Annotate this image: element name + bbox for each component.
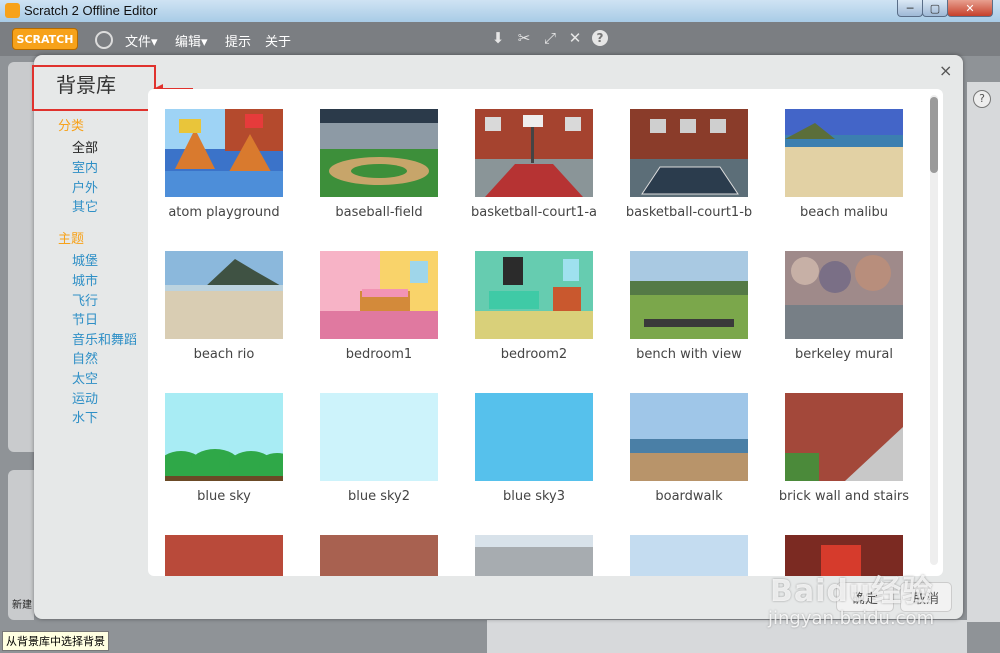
backdrop-tile[interactable]: bench with view	[630, 251, 748, 371]
backdrop-label: beach rio	[193, 347, 255, 362]
menu-tips[interactable]: 提示	[225, 31, 251, 50]
theme-nature[interactable]: 自然	[72, 348, 98, 367]
backdrop-tile[interactable]	[475, 535, 593, 576]
backdrop-thumbnail	[475, 109, 593, 197]
dialog-close-icon[interactable]: ×	[939, 61, 952, 80]
watermark-url: jingyan.baidu.com	[768, 608, 935, 629]
backdrop-thumbnail	[630, 251, 748, 339]
backdrop-tile[interactable]: beach rio	[165, 251, 283, 371]
backdrop-thumbnail	[785, 251, 903, 339]
backdrop-label: blue sky	[197, 489, 251, 504]
backdrop-thumbnail	[475, 535, 593, 576]
theme-flying[interactable]: 飞行	[72, 290, 98, 309]
menu-file[interactable]: 文件▾	[125, 31, 158, 50]
backdrop-tile[interactable]: baseball-field	[320, 109, 438, 229]
backdrop-tile[interactable]: bedroom1	[320, 251, 438, 371]
backdrop-library-dialog: 背景库 × 分类 全部 室内 户外 其它 主题 城堡 城市 飞行 节日 音乐和舞…	[32, 55, 963, 619]
backdrop-thumbnail	[630, 393, 748, 481]
backdrop-thumbnail	[320, 109, 438, 197]
backdrop-thumbnail	[630, 109, 748, 197]
backdrop-label: basketball-court1-b	[625, 205, 753, 220]
category-indoors[interactable]: 室内	[72, 157, 98, 176]
backdrop-thumbnail	[320, 251, 438, 339]
menu-edit[interactable]: 编辑▾	[175, 31, 208, 50]
tooltip: 从背景库中选择背景	[2, 631, 109, 651]
backdrop-thumbnail	[165, 535, 283, 576]
category-heading: 分类	[58, 119, 85, 134]
backdrop-tile[interactable]: boardwalk	[630, 393, 748, 513]
backdrop-tile[interactable]: basketball-court1-a	[471, 109, 597, 229]
backdrop-tile[interactable]: beach malibu	[785, 109, 903, 229]
backdrop-tile[interactable]: brick wall and stairs	[779, 393, 909, 513]
editor-left-panel	[8, 62, 34, 452]
backdrop-tile[interactable]: blue sky2	[320, 393, 438, 513]
backdrop-label: boardwalk	[655, 489, 723, 504]
backdrop-thumbnail	[475, 393, 593, 481]
backdrop-thumbnail	[475, 251, 593, 339]
backdrop-thumbnail	[785, 393, 903, 481]
language-globe-icon[interactable]	[95, 31, 113, 49]
category-other[interactable]: 其它	[72, 196, 98, 215]
backdrop-thumbnail	[165, 251, 283, 339]
backdrop-thumbnail	[320, 393, 438, 481]
theme-city[interactable]: 城市	[72, 270, 98, 289]
backdrop-tile[interactable]	[165, 535, 283, 576]
backdrop-label: bench with view	[636, 347, 742, 362]
backdrop-tile[interactable]: berkeley mural	[785, 251, 903, 371]
backdrop-tile[interactable]	[630, 535, 748, 576]
backdrop-thumbnail	[165, 393, 283, 481]
backdrop-label: berkeley mural	[795, 347, 893, 362]
grow-icon[interactable]: ⤢	[542, 30, 558, 46]
theme-sports[interactable]: 运动	[72, 388, 98, 407]
backdrop-label: beach malibu	[799, 205, 889, 220]
backdrop-tile[interactable]: blue sky3	[475, 393, 593, 513]
backdrop-thumbnail	[785, 109, 903, 197]
scratch-logo[interactable]: SCRATCH	[12, 28, 78, 50]
cut-icon[interactable]: ✂	[516, 30, 532, 46]
theme-heading: 主题	[58, 232, 85, 247]
editor-right-panel	[967, 82, 1000, 622]
scrollbar-thumb[interactable]	[930, 97, 938, 173]
category-outdoors[interactable]: 户外	[72, 177, 98, 196]
backdrop-label: basketball-court1-a	[471, 205, 597, 220]
backdrop-thumbnail	[320, 535, 438, 576]
theme-castle[interactable]: 城堡	[72, 250, 98, 269]
theme-music-dance[interactable]: 音乐和舞蹈	[72, 329, 137, 348]
backdrop-tile[interactable]: basketball-court1-b	[626, 109, 752, 229]
theme-space[interactable]: 太空	[72, 368, 98, 387]
scratch-app-icon	[5, 3, 20, 18]
backdrop-tile[interactable]: atom playground	[165, 109, 283, 229]
help-question-icon[interactable]: ?	[592, 30, 608, 46]
backdrop-tile[interactable]: bedroom2	[475, 251, 593, 371]
minimize-button[interactable]: ─	[897, 0, 923, 17]
backdrop-label: brick wall and stairs	[778, 489, 910, 504]
theme-holiday[interactable]: 节日	[72, 309, 98, 328]
watermark-main: Baidu经验	[770, 574, 934, 609]
backdrop-grid: atom playground baseball-field basketbal…	[148, 89, 943, 576]
menu-about[interactable]: 关于	[265, 31, 291, 50]
backdrop-thumbnail	[165, 109, 283, 197]
grid-scrollbar[interactable]	[930, 95, 938, 565]
backdrop-thumbnail	[630, 535, 748, 576]
backdrop-label: blue sky2	[347, 489, 411, 504]
duplicate-stamp-icon[interactable]: ⬇	[490, 30, 506, 46]
window-close-button[interactable]: ✕	[947, 0, 993, 17]
backdrop-tile[interactable]	[320, 535, 438, 576]
backdrop-label: bedroom2	[500, 347, 568, 362]
window-title: Scratch 2 Offline Editor	[24, 3, 158, 18]
backdrop-tile[interactable]: blue sky	[165, 393, 283, 513]
backdrop-label: atom playground	[168, 205, 280, 220]
backdrop-label: blue sky3	[502, 489, 566, 504]
title-highlight-box	[32, 65, 156, 111]
window-titlebar: Scratch 2 Offline Editor ─ ▢ ✕	[0, 0, 1000, 23]
new-backdrop-label: 新建	[12, 600, 32, 611]
maximize-button[interactable]: ▢	[922, 0, 948, 17]
shrink-icon[interactable]: ✕	[567, 30, 583, 46]
theme-underwater[interactable]: 水下	[72, 407, 98, 426]
backdrop-label: baseball-field	[335, 205, 423, 220]
category-all[interactable]: 全部	[72, 137, 98, 156]
right-help-icon[interactable]: ?	[973, 90, 991, 108]
backdrop-label: bedroom1	[345, 347, 413, 362]
